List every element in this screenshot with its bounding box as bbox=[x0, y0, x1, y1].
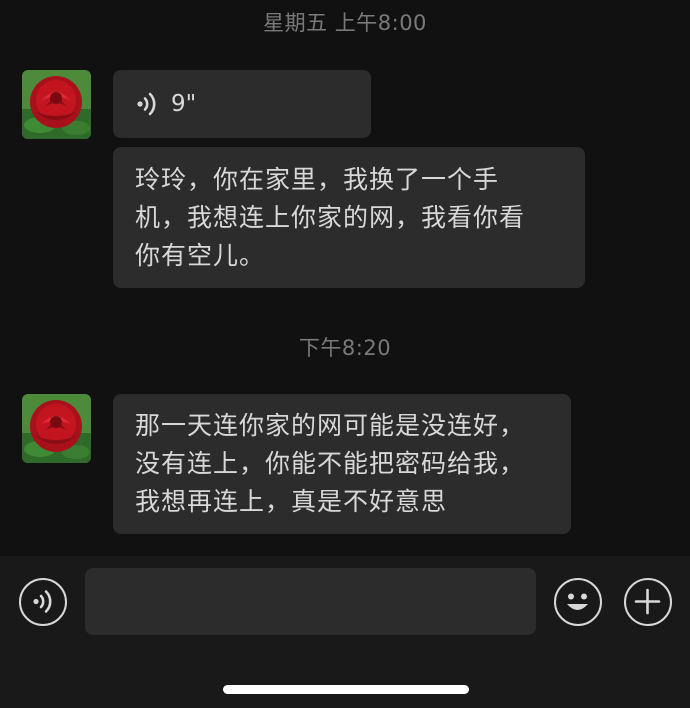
home-indicator[interactable] bbox=[223, 685, 469, 694]
plus-icon bbox=[634, 588, 661, 615]
message-line: 我想再连上，真是不好意思 bbox=[135, 487, 448, 516]
voice-input-button[interactable] bbox=[19, 578, 67, 626]
text-message-bubble[interactable]: 玲玲，你在家里，我换了一个手 机，我想连上你家的网，我看你看 你有空儿。 bbox=[113, 147, 585, 288]
message-line: 玲玲，你在家里，我换了一个手 bbox=[135, 165, 500, 194]
message-line: 没有连上，你能不能把密码给我， bbox=[135, 449, 526, 478]
rose-avatar-image bbox=[22, 394, 91, 463]
voice-wave-icon bbox=[137, 92, 156, 116]
chat-area: 星期五 上午8:00 9" 玲玲，你在家里，我换了一个手 机，我想连上你家的网，… bbox=[0, 0, 690, 556]
message-input[interactable] bbox=[85, 568, 536, 635]
timestamp: 星期五 上午8:00 bbox=[263, 11, 427, 35]
text-message-bubble[interactable]: 那一天连你家的网可能是没连好， 没有连上，你能不能把密码给我， 我想再连上，真是… bbox=[113, 394, 571, 534]
rose-avatar-image bbox=[22, 70, 91, 139]
message-line: 机，我想连上你家的网，我看你看 bbox=[135, 203, 526, 232]
message-line: 你有空儿。 bbox=[135, 241, 266, 270]
voice-icon bbox=[33, 590, 52, 613]
avatar[interactable] bbox=[22, 394, 91, 463]
emoji-icon bbox=[567, 593, 588, 610]
emoji-button[interactable] bbox=[554, 578, 602, 626]
input-bar bbox=[0, 556, 690, 708]
more-options-button[interactable] bbox=[624, 578, 672, 626]
timestamp: 下午8:20 bbox=[298, 336, 392, 360]
message-line: 那一天连你家的网可能是没连好， bbox=[135, 411, 526, 440]
voice-message-bubble[interactable]: 9" bbox=[113, 70, 371, 138]
voice-duration: 9" bbox=[171, 91, 197, 117]
avatar[interactable] bbox=[22, 70, 91, 139]
